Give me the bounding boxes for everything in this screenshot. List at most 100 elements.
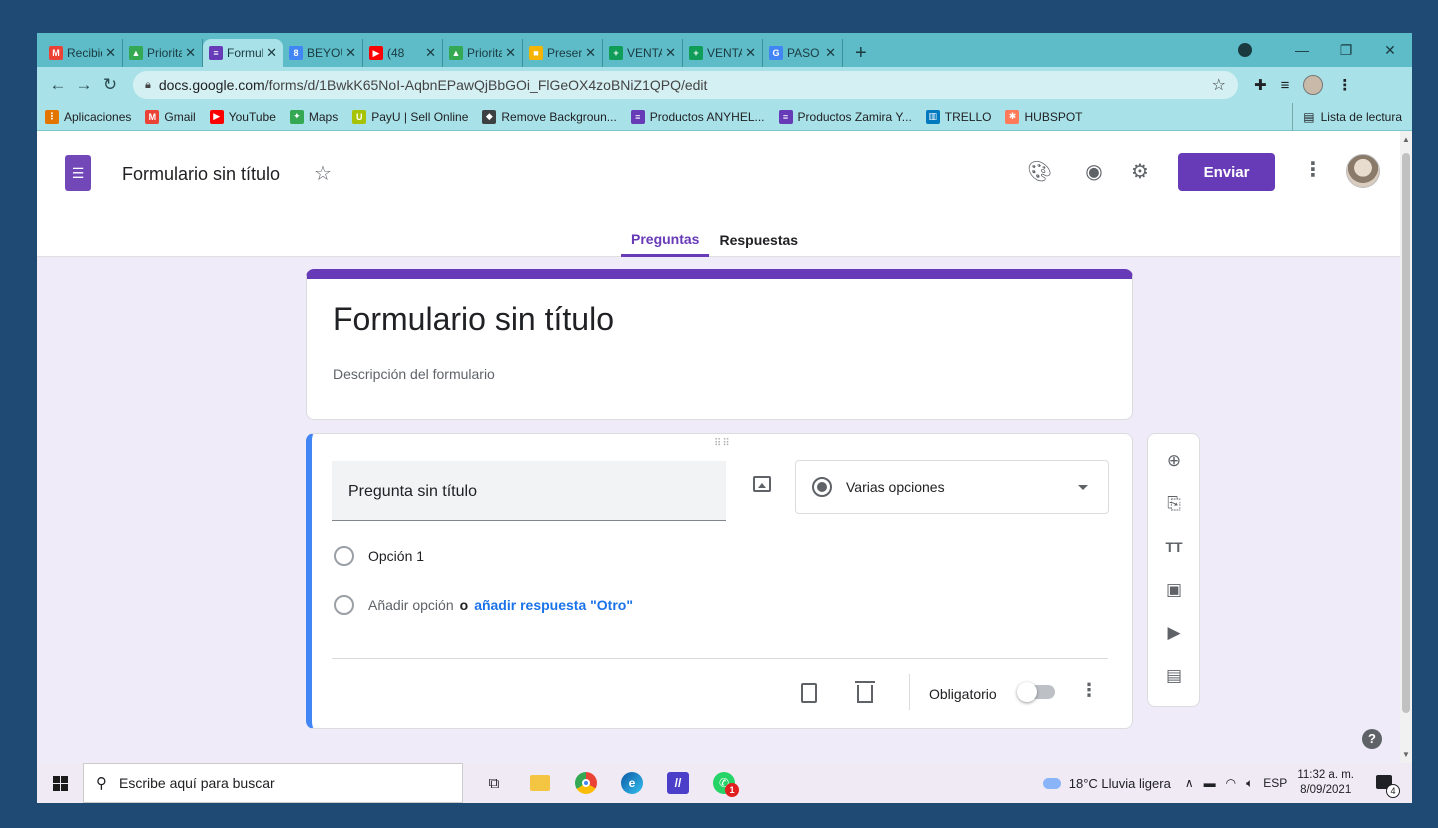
wifi-icon[interactable]: ◠	[1226, 776, 1236, 790]
browser-tab[interactable]: 8 BEYOU✕	[283, 39, 363, 67]
question-type-select[interactable]: Varias opciones	[795, 460, 1109, 514]
extensions-icon[interactable]: ✚	[1254, 76, 1267, 94]
bookmark-item[interactable]: ✱ HUBSPOT	[1005, 109, 1083, 124]
browser-tab[interactable]: + VENTA✕	[683, 39, 763, 67]
browser-tab[interactable]: ■ Presen ✕	[523, 39, 603, 67]
palette-icon[interactable]: 🎨︎	[1027, 159, 1052, 184]
close-tab-icon[interactable]: ✕	[345, 45, 356, 61]
browser-tab[interactable]: + VENTA✕	[603, 39, 683, 67]
close-tab-icon[interactable]: ✕	[266, 45, 277, 61]
question-title-input[interactable]: Pregunta sin título	[332, 461, 726, 521]
windows-start-icon[interactable]	[37, 775, 83, 791]
taskbar-search[interactable]: ⚲ Escribe aquí para buscar	[83, 763, 463, 803]
tray-chevron-up-icon[interactable]: ∧	[1185, 776, 1194, 790]
add-section-icon[interactable]: ▤	[1163, 665, 1185, 687]
title-card[interactable]: Formulario sin título Descripción del fo…	[306, 269, 1133, 420]
bookmark-item[interactable]: ≡ Productos Zamira Y...	[778, 109, 912, 124]
language-indicator[interactable]: ESP	[1263, 776, 1287, 790]
bookmark-item[interactable]: ▶ YouTube	[209, 109, 276, 124]
browser-tab[interactable]: M Recibid✕	[43, 39, 123, 67]
close-tab-icon[interactable]: ✕	[745, 45, 756, 61]
browser-tab[interactable]: ▲ Priorita ✕	[443, 39, 523, 67]
browser-tab[interactable]: ▶ (48 ✕	[363, 39, 443, 67]
scrollbar-thumb[interactable]	[1402, 153, 1410, 713]
new-tab-button[interactable]: +	[843, 39, 879, 67]
user-avatar[interactable]	[1346, 154, 1380, 188]
bookmark-item[interactable]: ▥ TRELLO	[925, 109, 991, 124]
preview-eye-icon[interactable]: ◉	[1082, 159, 1106, 184]
option-label[interactable]: Opción 1	[368, 548, 424, 564]
bookmark-item[interactable]: ⋮ Aplicaciones	[45, 109, 131, 124]
restore-icon[interactable]: ❐	[1324, 42, 1368, 59]
bookmark-item[interactable]: U PayU | Sell Online	[352, 109, 468, 124]
back-icon[interactable]: ←	[45, 75, 71, 95]
close-tab-icon[interactable]: ✕	[105, 45, 116, 61]
question-card[interactable]: ⠿⠿ Pregunta sin título Varias opciones O…	[306, 433, 1133, 729]
duplicate-icon[interactable]	[801, 683, 817, 703]
add-option-link[interactable]: Añadir opción	[368, 597, 454, 613]
close-window-icon[interactable]: ✕	[1368, 42, 1412, 59]
tab-questions[interactable]: Preguntas	[621, 223, 710, 257]
profile-dot-icon[interactable]	[1238, 43, 1252, 57]
bookmark-item[interactable]: ≡ Productos ANYHEL...	[630, 109, 765, 124]
drag-handle-icon[interactable]: ⠿⠿	[714, 438, 731, 449]
question-more-icon[interactable]: ⋮	[1080, 680, 1098, 701]
browser-tab[interactable]: ▲ Priorita ✕	[123, 39, 203, 67]
add-question-icon[interactable]: ⊕	[1163, 450, 1185, 472]
doc-title[interactable]: Formulario sin título	[122, 164, 280, 185]
settings-gear-icon[interactable]: ⚙	[1128, 159, 1152, 184]
browser-menu-icon[interactable]: ⋮	[1337, 76, 1352, 94]
volume-icon[interactable]: 🔈︎	[1246, 776, 1253, 791]
close-tab-icon[interactable]: ✕	[505, 45, 516, 61]
address-bar[interactable]: 🔒︎ docs.google.com/forms/d/1BwkK65NoI-Aq…	[133, 71, 1238, 99]
monday-app-icon[interactable]: //	[655, 763, 701, 803]
media-control-icon[interactable]: ≡	[1281, 77, 1290, 94]
scroll-up-icon[interactable]: ▲	[1402, 135, 1410, 144]
add-image-icon[interactable]	[753, 476, 771, 492]
page-scrollbar[interactable]: ▲ ▼	[1400, 131, 1412, 763]
minimize-icon[interactable]: —	[1280, 42, 1324, 58]
reading-list[interactable]: ▤ Lista de lectura	[1292, 103, 1402, 131]
weather-widget[interactable]: 18°C Lluvia ligera	[1042, 776, 1171, 791]
forward-icon[interactable]: →	[71, 75, 97, 95]
close-tab-icon[interactable]: ✕	[425, 45, 436, 61]
delete-icon[interactable]	[855, 681, 875, 703]
edge-icon[interactable]: e	[609, 763, 655, 803]
radio-icon	[334, 595, 354, 615]
bookmark-item[interactable]: ◆ Remove Backgroun...	[482, 109, 617, 124]
send-button[interactable]: Enviar	[1178, 153, 1275, 191]
file-explorer-icon[interactable]	[517, 763, 563, 803]
battery-icon[interactable]: ▬	[1204, 776, 1216, 790]
more-options-icon[interactable]: ⋮	[1303, 157, 1323, 182]
reload-icon[interactable]: ↻	[97, 75, 123, 95]
bookmark-item[interactable]: M Gmail	[145, 109, 196, 124]
bookmark-item[interactable]: ✦ Maps	[289, 109, 338, 124]
help-icon[interactable]: ?	[1362, 729, 1382, 749]
star-icon[interactable]: ☆	[314, 161, 332, 186]
scroll-down-icon[interactable]: ▼	[1402, 750, 1410, 759]
whatsapp-icon[interactable]: ✆ 1	[701, 763, 747, 803]
close-tab-icon[interactable]: ✕	[185, 45, 196, 61]
notifications-icon[interactable]: 4	[1374, 771, 1400, 798]
profile-avatar[interactable]	[1303, 75, 1324, 95]
add-video-icon[interactable]: ▶	[1163, 622, 1185, 644]
form-title[interactable]: Formulario sin título	[333, 301, 614, 338]
option-row[interactable]: Opción 1	[334, 546, 424, 566]
task-view-icon[interactable]: ⧉	[471, 763, 517, 803]
close-tab-icon[interactable]: ✕	[585, 45, 596, 61]
tab-responses[interactable]: Respuestas	[709, 223, 808, 257]
add-image-icon[interactable]: ▣	[1163, 579, 1185, 601]
required-toggle[interactable]	[1017, 682, 1055, 702]
close-tab-icon[interactable]: ✕	[665, 45, 676, 61]
form-description[interactable]: Descripción del formulario	[333, 366, 495, 382]
add-other-link[interactable]: añadir respuesta "Otro"	[474, 597, 633, 613]
bookmark-star-icon[interactable]: ☆	[1212, 75, 1226, 95]
close-tab-icon[interactable]: ✕	[825, 45, 836, 61]
forms-logo-icon[interactable]: ☰	[65, 155, 91, 191]
import-questions-icon[interactable]: ⎘	[1163, 493, 1185, 515]
browser-tab[interactable]: G PASO /✕	[763, 39, 843, 67]
clock[interactable]: 11:32 a. m. 8/09/2021	[1297, 768, 1354, 798]
add-title-text-icon[interactable]: TT	[1163, 536, 1185, 558]
browser-tab[interactable]: ≡ Formul ✕	[203, 39, 283, 67]
chrome-icon[interactable]	[563, 763, 609, 803]
